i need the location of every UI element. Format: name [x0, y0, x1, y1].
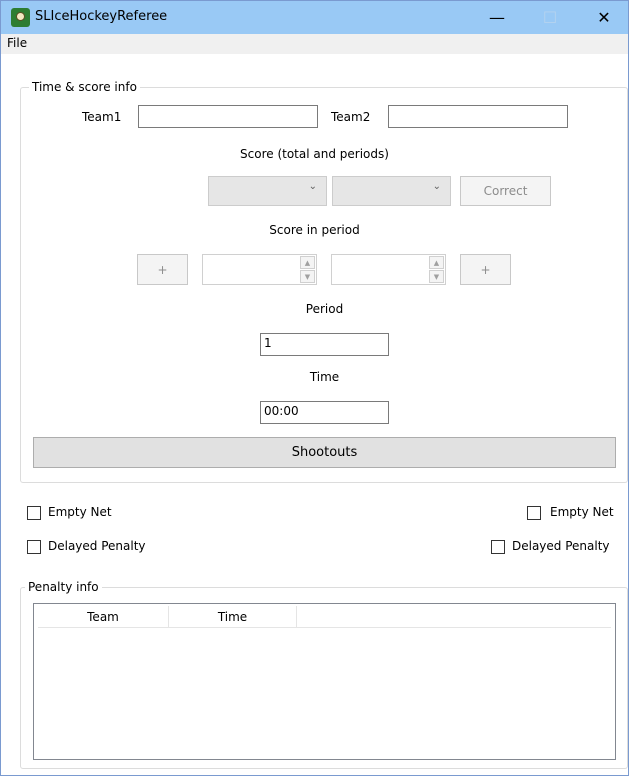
title-bar[interactable]: SLIceHockeyReferee — ☐ ✕	[1, 1, 628, 34]
app-window: SLIceHockeyReferee — ☐ ✕ File Time & sco…	[0, 0, 629, 776]
penalty-list[interactable]: Team Time	[33, 603, 616, 760]
spin-down-icon[interactable]: ▼	[429, 270, 444, 283]
team1-add-goal-button[interactable]: +	[137, 254, 188, 285]
spin-up-icon[interactable]: ▲	[429, 256, 444, 269]
team1-delayed-penalty-checkbox[interactable]	[27, 540, 41, 554]
score-in-period-label: Score in period	[269, 223, 360, 237]
score-label: Score (total and periods)	[240, 147, 389, 161]
score-total-select[interactable]: ⌄	[208, 176, 327, 206]
team1-delayed-penalty-label: Delayed Penalty	[48, 539, 146, 553]
penalty-group-label: Penalty info	[25, 580, 102, 594]
team2-delayed-penalty-label: Delayed Penalty	[512, 539, 610, 553]
app-icon	[11, 8, 30, 27]
time-score-group-label: Time & score info	[29, 80, 140, 94]
correct-button[interactable]: Correct	[460, 176, 551, 206]
spin-up-icon[interactable]: ▲	[300, 256, 315, 269]
team2-label: Team2	[331, 110, 371, 124]
time-label: Time	[309, 370, 340, 384]
team1-period-score-stepper[interactable]: ▲ ▼	[202, 254, 317, 285]
chevron-down-icon: ⌄	[432, 181, 441, 192]
maximize-button[interactable]: ☐	[527, 1, 573, 34]
team2-empty-net-label: Empty Net	[550, 505, 614, 519]
team1-label: Team1	[82, 110, 122, 124]
column-team[interactable]: Team	[38, 606, 169, 628]
time-input[interactable]: 00:00	[260, 401, 389, 424]
team1-input[interactable]	[138, 105, 318, 128]
score-period-select[interactable]: ⌄	[332, 176, 451, 206]
team1-empty-net-label: Empty Net	[48, 505, 112, 519]
chevron-down-icon: ⌄	[308, 181, 317, 192]
team1-empty-net-checkbox[interactable]	[27, 506, 41, 520]
period-label: Period	[305, 302, 344, 316]
team2-add-goal-button[interactable]: +	[460, 254, 511, 285]
close-button[interactable]: ✕	[581, 1, 627, 34]
team2-delayed-penalty-checkbox[interactable]	[491, 540, 505, 554]
minimize-button[interactable]: —	[474, 1, 520, 34]
team2-input[interactable]	[388, 105, 568, 128]
spin-down-icon[interactable]: ▼	[300, 270, 315, 283]
window-title: SLIceHockeyReferee	[35, 9, 168, 24]
menu-file[interactable]: File	[7, 36, 27, 50]
period-input[interactable]: 1	[260, 333, 389, 356]
team2-period-score-stepper[interactable]: ▲ ▼	[331, 254, 446, 285]
column-time[interactable]: Time	[169, 606, 297, 628]
menu-bar: File	[1, 34, 628, 54]
shootouts-button[interactable]: Shootouts	[33, 437, 616, 468]
penalty-list-header: Team Time	[38, 606, 611, 628]
team2-empty-net-checkbox[interactable]	[527, 506, 541, 520]
